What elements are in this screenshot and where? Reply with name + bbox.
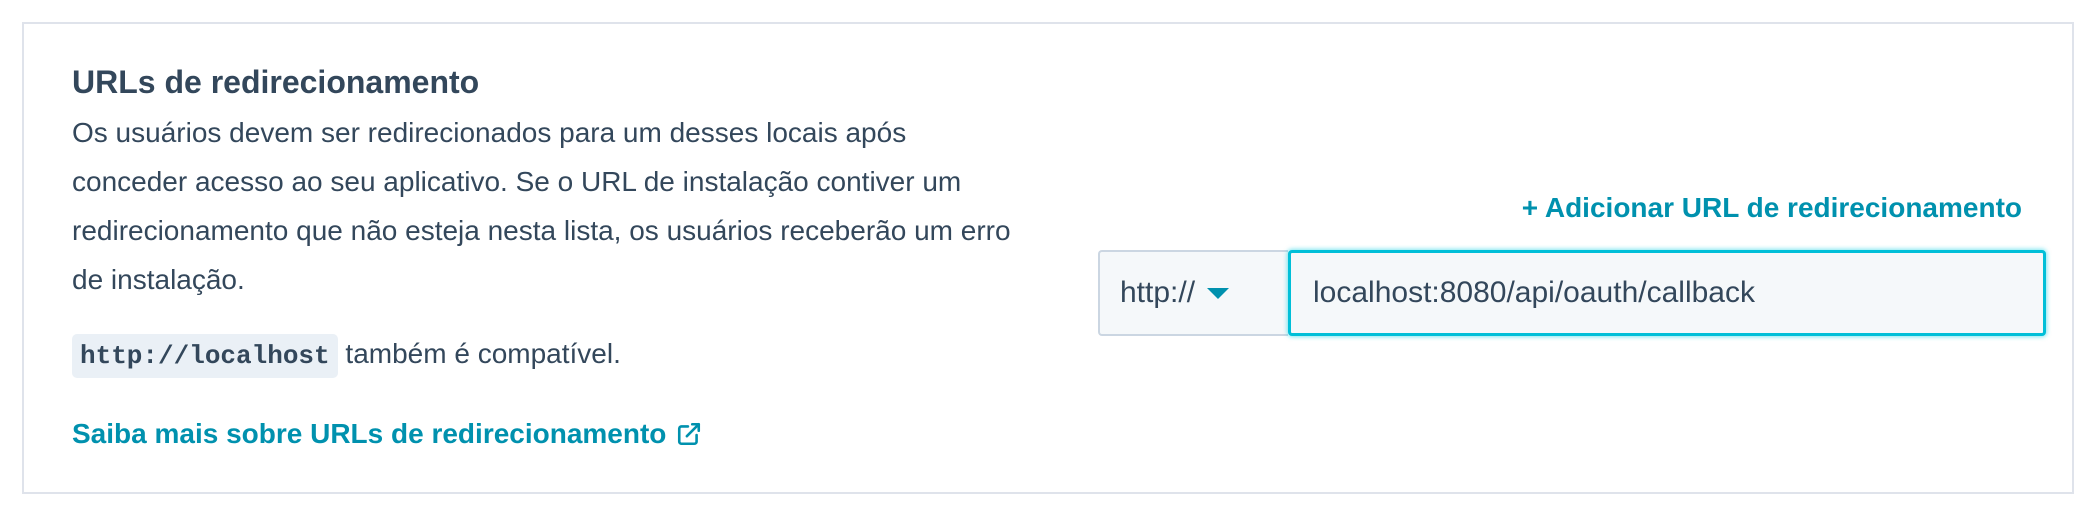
section-description: Os usuários devem ser redirecionados par… xyxy=(72,117,1011,295)
redirect-url-input[interactable] xyxy=(1288,250,2046,336)
protocol-value: http:// xyxy=(1120,276,1196,309)
redirect-urls-card: URLs de redirecionamento Os usuários dev… xyxy=(22,22,2074,494)
add-redirect-url-button[interactable]: + Adicionar URL de redirecionamento xyxy=(1522,192,2022,224)
redirect-urls-info: URLs de redirecionamento Os usuários dev… xyxy=(72,62,1012,378)
external-link-icon xyxy=(678,422,701,446)
localhost-code: http://localhost xyxy=(72,334,338,378)
section-title: URLs de redirecionamento xyxy=(72,64,480,100)
learn-more-link[interactable]: Saiba mais sobre URLs de redirecionament… xyxy=(72,418,702,450)
localhost-compat-note: http://localhost também é compatível. xyxy=(72,332,1012,378)
protocol-select[interactable]: http:// xyxy=(1098,250,1288,336)
compat-text: também é compatível. xyxy=(337,338,621,369)
redirect-url-row: http:// xyxy=(1098,250,2046,336)
caret-down-icon xyxy=(1207,287,1230,299)
learn-more-label: Saiba mais sobre URLs de redirecionament… xyxy=(72,418,667,449)
